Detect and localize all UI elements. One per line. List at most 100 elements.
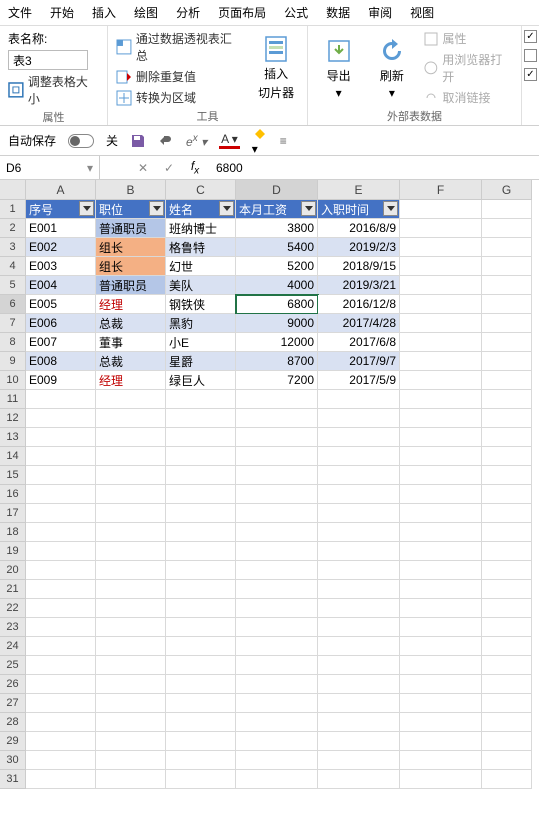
menu-数据[interactable]: 数据 (326, 4, 350, 21)
cell[interactable] (400, 504, 482, 523)
cell[interactable] (166, 504, 236, 523)
row-header[interactable]: 20 (0, 561, 26, 580)
range-button[interactable]: 转换为区域 (116, 89, 243, 106)
cell[interactable] (318, 732, 400, 751)
cell[interactable] (400, 580, 482, 599)
dedup-button[interactable]: 删除重复值 (116, 68, 243, 85)
cell[interactable]: 2017/4/28 (318, 314, 400, 333)
cell[interactable] (400, 542, 482, 561)
cell[interactable] (236, 751, 318, 770)
cell[interactable] (482, 732, 532, 751)
cell[interactable] (166, 561, 236, 580)
cell[interactable] (318, 770, 400, 789)
cell[interactable]: 序号 (26, 200, 96, 219)
row-header[interactable]: 24 (0, 637, 26, 656)
cell[interactable] (166, 599, 236, 618)
row-header[interactable]: 31 (0, 770, 26, 789)
menu-分析[interactable]: 分析 (176, 4, 200, 21)
cell[interactable]: 2018/9/15 (318, 257, 400, 276)
row-header[interactable]: 11 (0, 390, 26, 409)
col-header-A[interactable]: A (26, 180, 96, 200)
cell[interactable] (400, 770, 482, 789)
border-icon[interactable]: ≡ (280, 134, 287, 148)
cell[interactable] (400, 675, 482, 694)
col-header-G[interactable]: G (482, 180, 532, 200)
cell[interactable] (166, 523, 236, 542)
row-header[interactable]: 23 (0, 618, 26, 637)
cell[interactable] (96, 409, 166, 428)
cell[interactable] (166, 656, 236, 675)
cell[interactable] (236, 732, 318, 751)
col-header-D[interactable]: D (236, 180, 318, 200)
cell[interactable] (482, 694, 532, 713)
filter-button[interactable] (149, 201, 164, 216)
cell[interactable] (318, 428, 400, 447)
cell[interactable]: 5400 (236, 238, 318, 257)
cell[interactable] (400, 656, 482, 675)
cell[interactable] (236, 637, 318, 656)
cell[interactable] (400, 371, 482, 390)
cell[interactable] (96, 713, 166, 732)
font-color-icon[interactable]: A ▾ (219, 132, 240, 149)
cell[interactable] (400, 238, 482, 257)
cell[interactable]: 小E (166, 333, 236, 352)
refresh-button[interactable]: 刷新 ▾ (369, 30, 414, 106)
cell[interactable] (318, 409, 400, 428)
cell[interactable] (236, 580, 318, 599)
cell[interactable] (482, 561, 532, 580)
row-header[interactable]: 13 (0, 428, 26, 447)
cell[interactable] (482, 352, 532, 371)
cell[interactable]: E002 (26, 238, 96, 257)
cell[interactable]: 入职时间 (318, 200, 400, 219)
cell[interactable] (482, 523, 532, 542)
cell[interactable] (482, 447, 532, 466)
cell[interactable] (166, 542, 236, 561)
cell[interactable] (400, 466, 482, 485)
cell[interactable] (166, 732, 236, 751)
cell[interactable] (318, 656, 400, 675)
cell[interactable]: 美队 (166, 276, 236, 295)
cell[interactable] (236, 694, 318, 713)
cell[interactable] (166, 694, 236, 713)
row-header[interactable]: 22 (0, 599, 26, 618)
cell[interactable] (96, 390, 166, 409)
cell[interactable] (400, 523, 482, 542)
cell[interactable]: E006 (26, 314, 96, 333)
cell[interactable] (26, 656, 96, 675)
cell[interactable] (318, 675, 400, 694)
cell[interactable] (26, 751, 96, 770)
cell[interactable] (26, 580, 96, 599)
cell[interactable] (482, 409, 532, 428)
cell[interactable]: 星爵 (166, 352, 236, 371)
cell[interactable]: 董事 (96, 333, 166, 352)
cell[interactable]: 2016/8/9 (318, 219, 400, 238)
cell[interactable] (482, 751, 532, 770)
row-header[interactable]: 30 (0, 751, 26, 770)
cell[interactable] (318, 466, 400, 485)
cell[interactable] (400, 409, 482, 428)
cell[interactable] (96, 694, 166, 713)
cell[interactable] (26, 485, 96, 504)
cell[interactable]: E003 (26, 257, 96, 276)
cell[interactable] (400, 732, 482, 751)
cell[interactable] (482, 713, 532, 732)
cell[interactable] (482, 466, 532, 485)
cell[interactable] (166, 428, 236, 447)
cell[interactable]: 普通职员 (96, 276, 166, 295)
cell[interactable] (96, 580, 166, 599)
cell[interactable] (482, 219, 532, 238)
cell[interactable]: 经理 (96, 371, 166, 390)
cell[interactable] (26, 637, 96, 656)
cell[interactable]: 3800 (236, 219, 318, 238)
slicer-button[interactable]: 插入 切片器 (253, 30, 299, 106)
cell[interactable] (400, 314, 482, 333)
cell[interactable]: 格鲁特 (166, 238, 236, 257)
cell[interactable]: 9000 (236, 314, 318, 333)
cell[interactable] (400, 200, 482, 219)
cell[interactable]: 钢铁侠 (166, 295, 236, 314)
cell[interactable] (236, 656, 318, 675)
cell[interactable]: E007 (26, 333, 96, 352)
cell[interactable] (400, 219, 482, 238)
row-header[interactable]: 21 (0, 580, 26, 599)
cell[interactable] (26, 618, 96, 637)
